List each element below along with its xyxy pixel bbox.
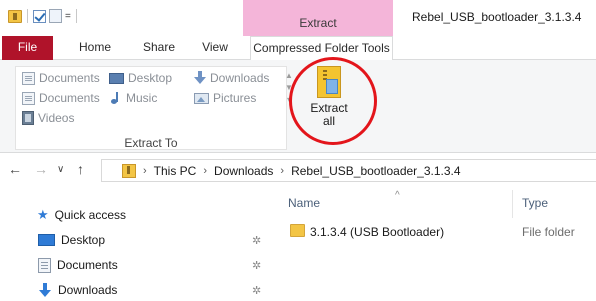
pin-icon[interactable]: ✲ xyxy=(252,234,261,247)
destination-label: Documents xyxy=(39,71,100,85)
document-icon xyxy=(22,91,35,105)
forward-arrow-icon[interactable]: → xyxy=(34,161,48,177)
destination-documents[interactable]: Documents xyxy=(22,69,100,87)
pin-icon[interactable]: ✲ xyxy=(252,259,261,272)
destination-videos[interactable]: Videos xyxy=(22,109,74,127)
desktop-icon xyxy=(109,72,124,84)
window-title: Rebel_USB_bootloader_3.1.3.4 xyxy=(412,10,582,24)
pin-icon[interactable]: ✲ xyxy=(252,284,261,297)
destination-label: Documents xyxy=(39,91,100,105)
toolbar-separator xyxy=(75,9,77,23)
breadcrumb-current-folder[interactable]: Rebel_USB_bootloader_3.1.3.4 xyxy=(291,164,460,178)
pictures-icon xyxy=(194,92,209,104)
nav-item-desktop[interactable]: Desktop xyxy=(38,230,105,250)
downloads-icon xyxy=(194,71,206,85)
folder-icon[interactable] xyxy=(8,9,22,23)
music-icon xyxy=(109,91,122,105)
tab-compressed-folder-tools[interactable]: Compressed Folder Tools xyxy=(250,36,393,61)
column-header-type[interactable]: Type xyxy=(522,196,548,210)
tab-home[interactable]: Home xyxy=(70,36,120,60)
breadcrumb-downloads[interactable]: Downloads xyxy=(214,164,273,178)
file-name: 3.1.3.4 (USB Bootloader) xyxy=(310,225,445,239)
breadcrumb-separator-icon[interactable]: › xyxy=(143,165,147,177)
breadcrumb-this-pc[interactable]: This PC xyxy=(154,164,197,178)
destination-documents-2[interactable]: Documents xyxy=(22,89,100,107)
sort-ascending-icon: ^ xyxy=(395,190,400,201)
ribbon-tabs: File Home Share View Compressed Folder T… xyxy=(0,36,596,61)
tab-view[interactable]: View xyxy=(195,36,235,60)
group-label-extract-to: Extract To xyxy=(124,136,178,150)
new-folder-icon[interactable] xyxy=(49,9,62,23)
nav-label: Desktop xyxy=(61,233,106,247)
destination-music[interactable]: Music xyxy=(109,89,157,107)
properties-icon[interactable] xyxy=(33,9,46,23)
navigation-bar: ← → ∨ ↑ › This PC › Downloads › Rebel_US… xyxy=(0,158,596,184)
destination-desktop[interactable]: Desktop xyxy=(109,69,172,87)
recent-locations-chevron-icon[interactable]: ∨ xyxy=(57,164,64,175)
nav-label: Quick access xyxy=(54,208,127,222)
nav-label: Documents xyxy=(57,258,118,272)
nav-item-documents[interactable]: Documents xyxy=(38,255,118,275)
tab-file[interactable]: File xyxy=(2,36,53,60)
contextual-tab-extract: Extract xyxy=(243,0,393,36)
column-header-name[interactable]: Name xyxy=(288,196,320,210)
nav-label: Downloads xyxy=(58,283,118,297)
toolbar-separator xyxy=(27,9,28,23)
document-icon xyxy=(22,71,35,85)
destination-label: Videos xyxy=(38,111,75,125)
destination-pictures[interactable]: Pictures xyxy=(194,89,256,107)
title-bar: = Extract Rebel_USB_bootloader_3.1.3.4 xyxy=(0,0,596,36)
destination-label: Music xyxy=(126,91,158,105)
red-highlight-circle xyxy=(289,57,377,145)
file-type: File folder xyxy=(522,225,575,239)
breadcrumb-separator-icon[interactable]: › xyxy=(203,165,207,177)
quick-access-toolbar: = xyxy=(8,9,79,23)
contextual-tab-label: Extract xyxy=(299,16,337,30)
destination-downloads[interactable]: Downloads xyxy=(194,69,269,87)
document-icon xyxy=(38,257,51,273)
scroll-up-icon[interactable]: ▲ xyxy=(285,70,293,82)
desktop-icon xyxy=(38,234,55,246)
destination-label: Desktop xyxy=(128,71,173,85)
breadcrumb-separator-icon[interactable]: › xyxy=(280,165,284,177)
file-row[interactable]: 3.1.3.4 (USB Bootloader) File folder xyxy=(280,220,596,242)
destination-label: Downloads xyxy=(210,71,270,85)
back-arrow-icon[interactable]: ← xyxy=(8,161,22,177)
videos-icon xyxy=(22,111,34,125)
zip-folder-icon xyxy=(122,163,136,178)
downloads-icon xyxy=(38,282,52,298)
address-bar[interactable]: › This PC › Downloads › Rebel_USB_bootlo… xyxy=(101,159,596,182)
destination-label: Pictures xyxy=(213,91,257,105)
customize-toolbar-dropdown[interactable]: = xyxy=(65,11,71,22)
tab-share[interactable]: Share xyxy=(133,36,185,60)
star-icon: ★ xyxy=(37,207,49,222)
up-arrow-icon[interactable]: ↑ xyxy=(77,161,84,177)
nav-quick-access[interactable]: ★ Quick access xyxy=(37,205,126,225)
navigation-pane: ★ Quick access Desktop ✲ Documents ✲ Dow… xyxy=(0,190,270,301)
column-divider[interactable] xyxy=(512,190,513,218)
folder-icon xyxy=(290,224,305,237)
nav-item-downloads[interactable]: Downloads xyxy=(38,280,117,300)
